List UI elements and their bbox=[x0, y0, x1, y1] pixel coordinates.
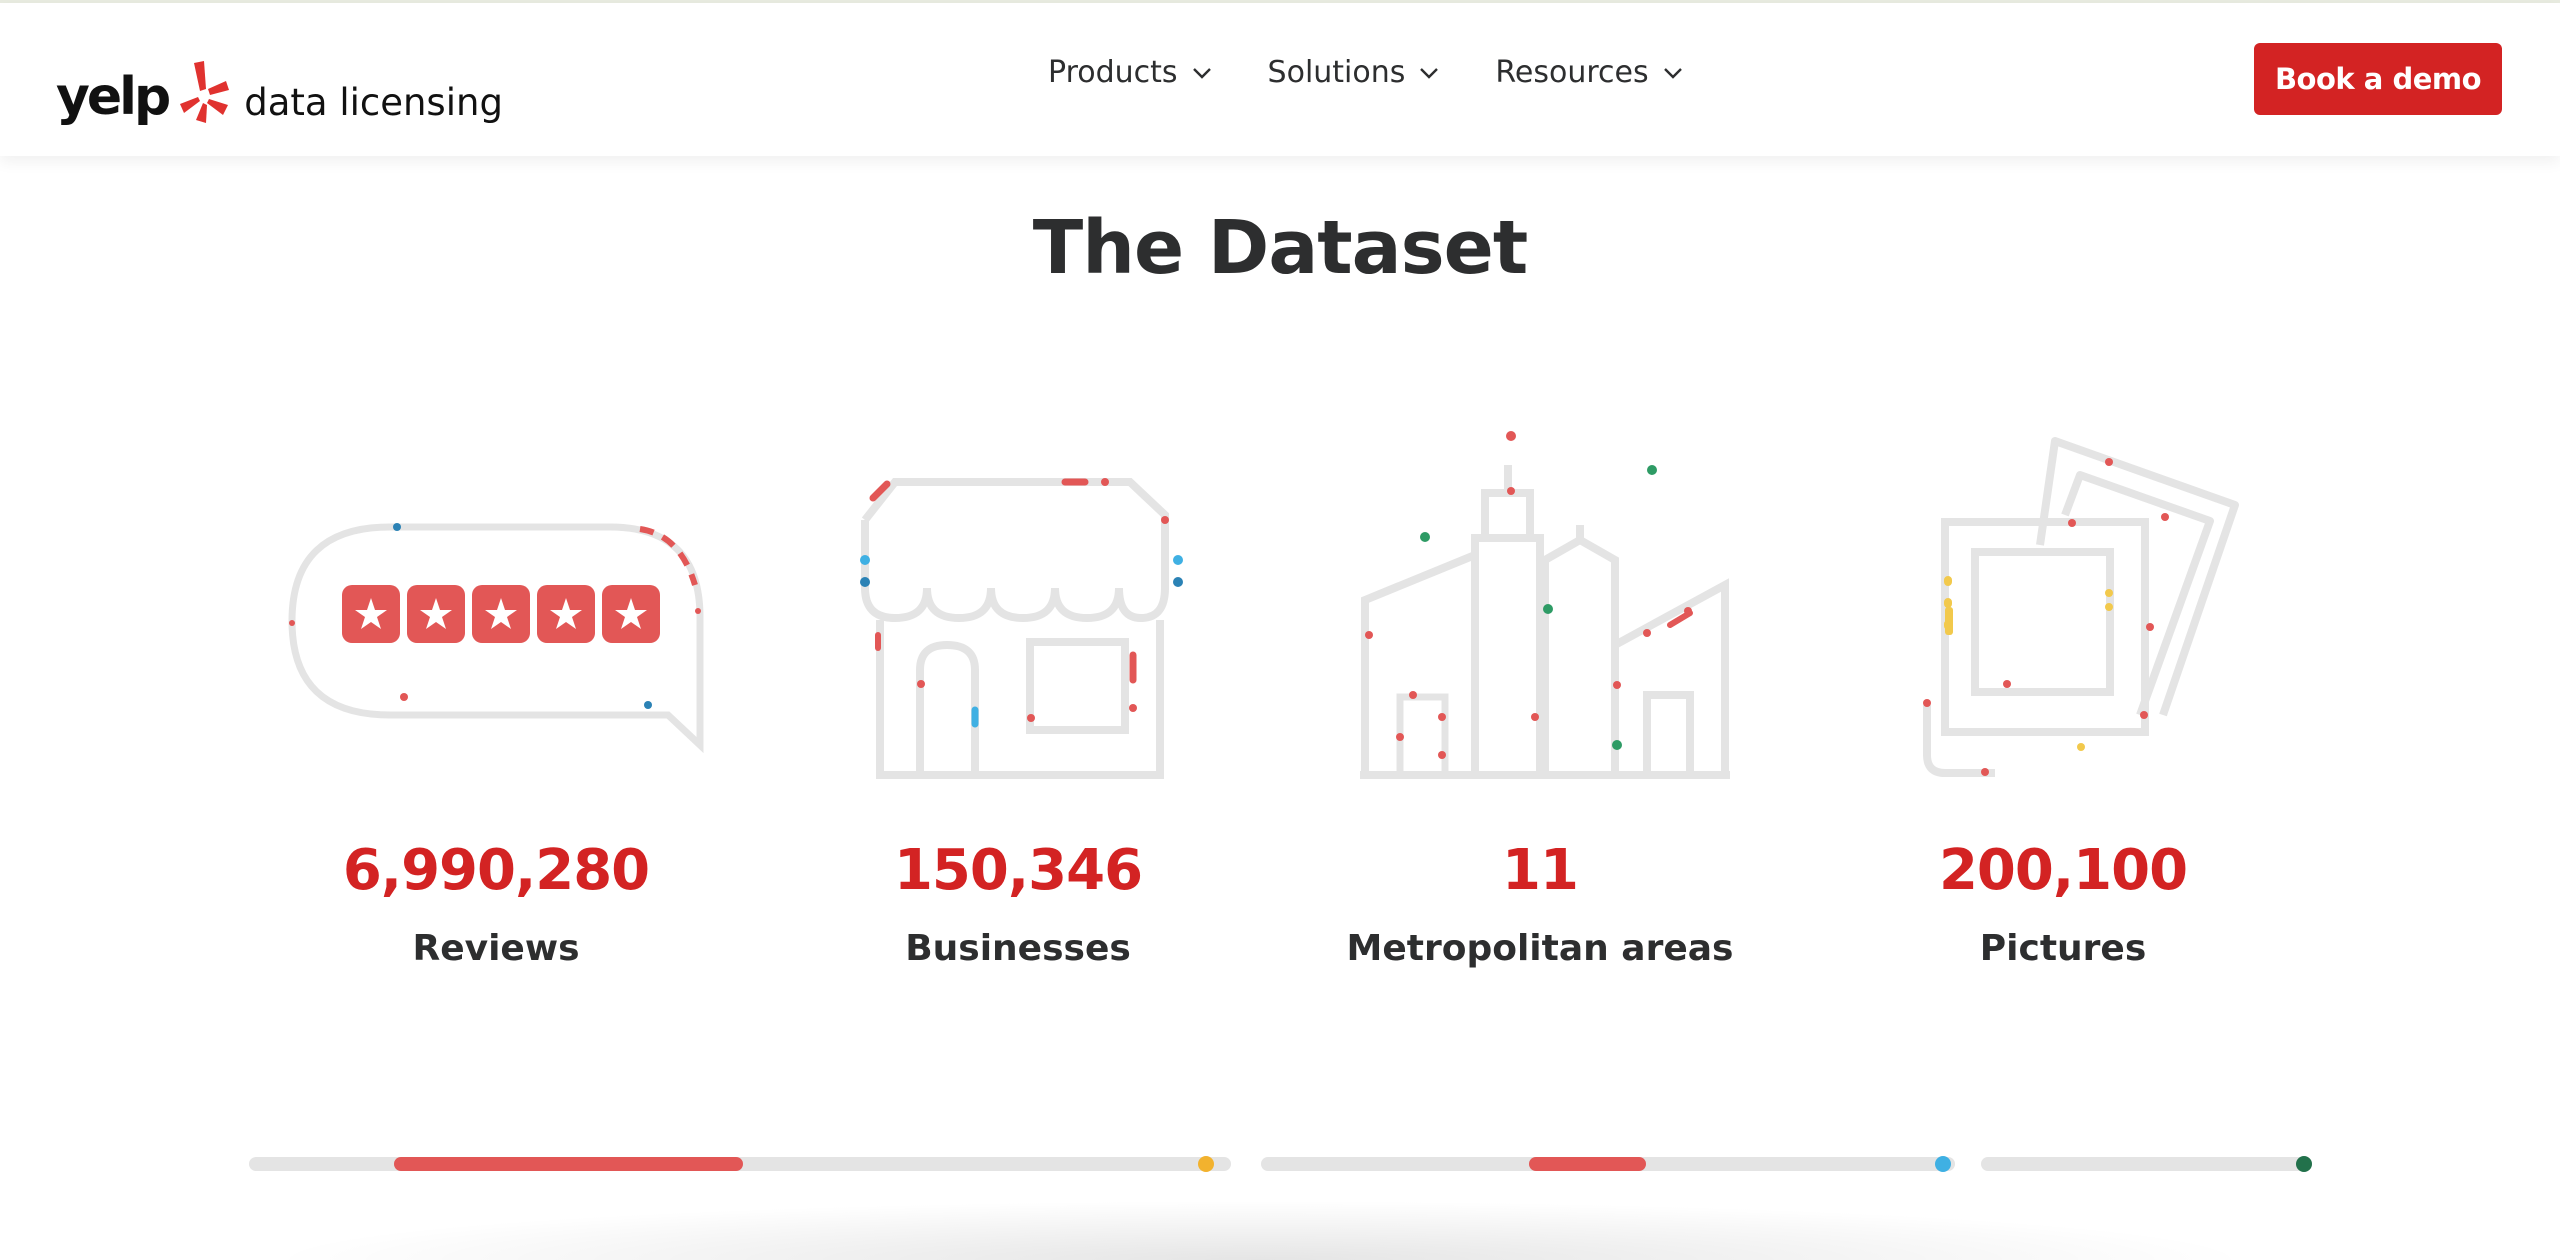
card-shadow bbox=[260, 1200, 2260, 1260]
storefront-icon bbox=[860, 478, 1183, 779]
main-nav: Products Solutions Resources bbox=[1048, 55, 1683, 90]
logo[interactable]: yelp data licensing bbox=[56, 43, 503, 123]
stat-reviews-label: Reviews bbox=[412, 928, 580, 969]
logo-subtitle: data licensing bbox=[244, 81, 503, 124]
stat-pictures-value: 200,100 bbox=[1938, 838, 2188, 903]
stat-businesses-label: Businesses bbox=[905, 928, 1131, 969]
nav-resources-label: Resources bbox=[1495, 55, 1649, 90]
stat-reviews-value: 6,990,280 bbox=[342, 838, 650, 903]
chevron-down-icon bbox=[1420, 67, 1439, 79]
city-skyline-icon bbox=[1360, 431, 1730, 779]
stat-metro-label: Metropolitan areas bbox=[1346, 928, 1734, 969]
progress-fill bbox=[1529, 1157, 1646, 1171]
book-demo-button[interactable]: Book a demo bbox=[2254, 43, 2502, 115]
chevron-down-icon bbox=[1663, 67, 1682, 79]
chevron-down-icon bbox=[1192, 67, 1211, 79]
progress-dot bbox=[1935, 1156, 1951, 1172]
photos-icon bbox=[1923, 437, 2239, 777]
nav-solutions[interactable]: Solutions bbox=[1268, 55, 1440, 90]
nav-solutions-label: Solutions bbox=[1267, 55, 1406, 90]
carousel-progress bbox=[0, 1156, 2560, 1177]
yelp-burst-icon bbox=[180, 61, 230, 123]
review-bubble-icon bbox=[288, 523, 704, 754]
section-title: The Dataset bbox=[1032, 205, 1528, 291]
progress-fill bbox=[394, 1157, 743, 1171]
progress-dot bbox=[1198, 1156, 1214, 1172]
progress-track[interactable] bbox=[1261, 1156, 1955, 1172]
stat-businesses-value: 150,346 bbox=[893, 838, 1143, 903]
progress-track[interactable] bbox=[1981, 1156, 2312, 1172]
nav-resources[interactable]: Resources bbox=[1495, 55, 1682, 90]
stat-pictures-label: Pictures bbox=[1979, 928, 2147, 969]
progress-track[interactable] bbox=[249, 1156, 1231, 1172]
stat-metro-value: 11 bbox=[1502, 838, 1579, 903]
navbar: yelp data licensing Products Solutions R… bbox=[0, 3, 2560, 156]
nav-products-label: Products bbox=[1048, 55, 1178, 90]
logo-wordmark: yelp bbox=[56, 67, 171, 127]
nav-products[interactable]: Products bbox=[1048, 55, 1212, 90]
progress-dot bbox=[2296, 1156, 2312, 1172]
